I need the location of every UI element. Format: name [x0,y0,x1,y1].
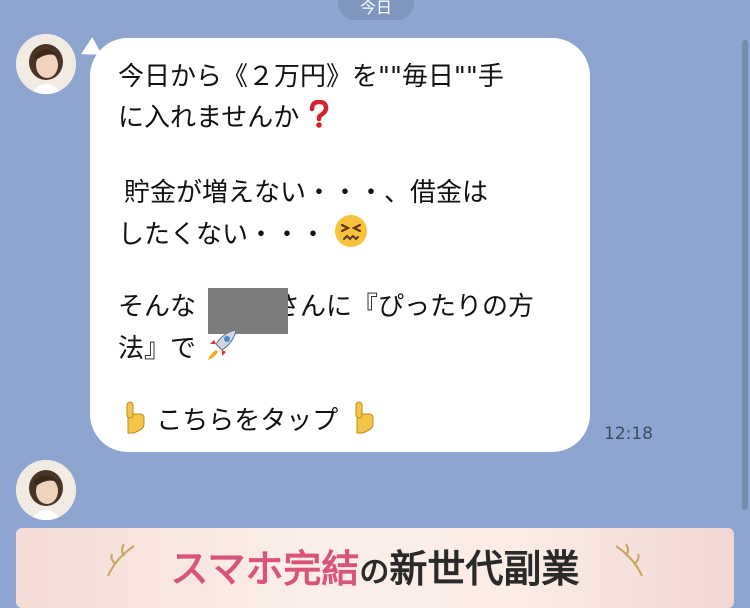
banner-title-particle: の [359,555,390,590]
message-text: さんに『ぴったりの方 [274,292,535,322]
message-timestamp: 12:18 [604,424,653,444]
sender-avatar[interactable] [16,34,76,94]
sender-avatar[interactable] [16,460,76,520]
message-line-6: 法』で [118,328,240,371]
message-line-7: こちらをタップ [118,400,377,443]
message-text: 貯金が増えない・・・、借金は [124,178,489,208]
date-label: 今日 [359,0,392,17]
banner-title: スマホ完結の新世代副業 [16,538,734,593]
avatar-photo-icon [16,34,76,94]
date-separator: 今日 [338,0,414,20]
message-text: そんな [118,292,197,322]
message-text: 法』で [118,334,197,364]
message-line-2: に入れませんか [118,99,330,137]
avatar-photo-icon [16,460,76,520]
message-text: に入れませんか [118,103,300,133]
image-message-banner[interactable]: スマホ完結の新世代副業 [16,528,734,608]
scrollbar[interactable] [742,40,748,510]
red-question-mark-icon [308,99,330,137]
rocket-icon [204,328,240,371]
message-line-5: そんな さんに『ぴったりの方 [118,290,534,324]
message-line-4: したくない・・・ [118,214,368,257]
pointing-down-hand-icon [118,400,148,443]
tap-here-text[interactable]: こちらをタップ [156,406,338,436]
pointing-down-hand-icon [347,400,377,443]
banner-title-highlight: スマホ完結 [170,546,360,591]
banner-title-main: 新世代副業 [389,546,580,591]
message-line-3: 貯金が増えない・・・、借金は [118,176,488,210]
message-line-1: 今日から《２万円》を""毎日""手 [118,62,504,92]
message-text: したくない・・・ [118,220,327,250]
persevering-face-icon [334,214,368,257]
